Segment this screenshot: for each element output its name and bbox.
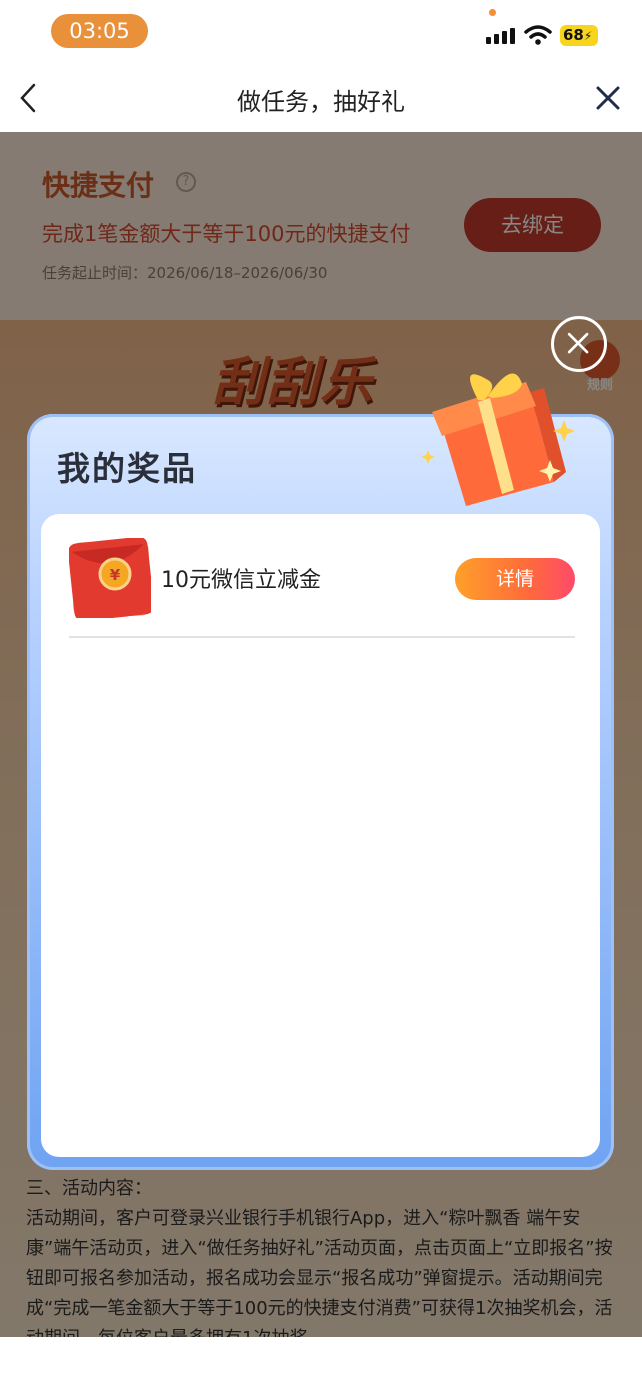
battery-indicator: 68⚡ [560,25,598,46]
gift-box-icon [421,373,575,506]
prize-list-item: ¥ 10元微信立减金 详情 [69,538,575,638]
status-bar: 03:05 68⚡ [0,0,642,64]
prize-list: ¥ 10元微信立减金 详情 [41,514,600,1157]
red-packet-icon: ¥ [69,538,151,618]
privacy-indicator-dot [489,9,496,16]
modal-title: 我的奖品 [57,449,197,488]
bottom-safe-area [0,1337,642,1389]
close-icon [567,332,589,354]
close-icon [596,86,620,110]
cellular-signal-icon [486,26,516,44]
prize-detail-button[interactable]: 详情 [455,558,575,600]
status-time: 03:05 [51,14,148,48]
prize-name: 10元微信立减金 [161,568,321,593]
page-title: 做任务，抽好礼 [237,88,405,116]
prize-modal: 我的奖品 ¥ 10元微信立减金 详情 [27,414,614,1170]
wifi-icon [524,25,552,45]
svg-text:¥: ¥ [110,566,121,584]
battery-level: 68 [563,26,584,44]
close-button[interactable] [594,84,622,112]
nav-bar: 做任务，抽好礼 [0,64,642,132]
